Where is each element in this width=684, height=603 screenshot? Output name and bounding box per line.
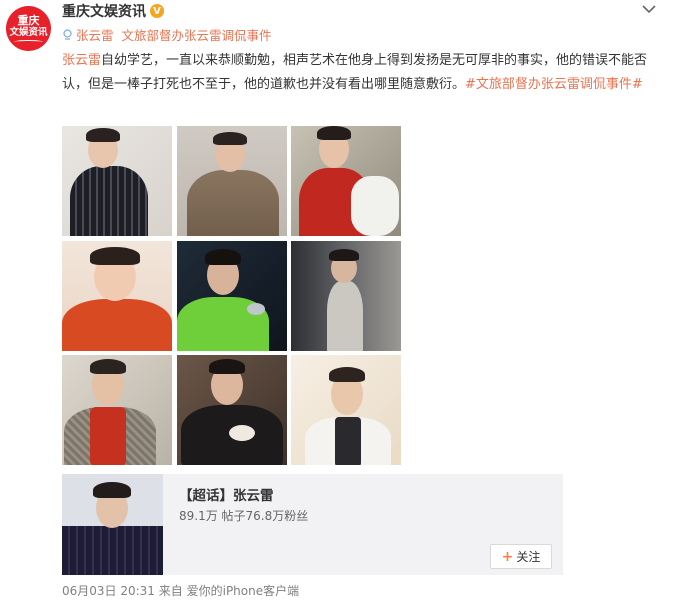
topic-card-image[interactable] [62,474,163,575]
photo-9[interactable] [291,355,401,465]
source-row: 张云雷 文旅部督办张云雷调侃事件 [62,25,272,43]
post-text: 张云雷自幼学艺，一直以来恭顺勤勉，相声艺术在他身上得到发扬是无可厚非的事实，他的… [62,49,662,97]
verified-icon: V [150,4,164,18]
topic-icon [63,28,72,40]
plus-icon: + [501,548,514,565]
avatar-swoosh [14,40,43,44]
author-row: 重庆文娱资讯 V [62,2,164,20]
hashtag-link[interactable]: #文旅部督办张云雷调侃事件# [465,77,643,92]
post-footer: 06月03日 20:31 来自 爱你的iPhone客户端 [62,582,299,599]
topic-card-stats: 89.1万 帖子76.8万粉丝 [179,509,309,523]
photo-3[interactable] [291,126,401,236]
author-name[interactable]: 重庆文娱资讯 [62,1,146,21]
photo-6[interactable] [291,241,401,351]
topic-card[interactable]: 【超话】张云雷 89.1万 帖子76.8万粉丝 + 关注 [62,474,563,575]
photo-4[interactable] [62,241,172,351]
photo-7[interactable] [62,355,172,465]
client-link[interactable]: 爱你的iPhone客户端 [187,582,300,599]
from-label: 来自 [158,584,183,598]
topic-card-title[interactable]: 【超话】张云雷 [179,484,274,504]
mention-link[interactable]: 张云雷 [62,53,101,68]
avatar-text-line1: 重庆 [17,14,40,27]
avatar-text-line2: 文娱资讯 [9,27,48,38]
photo-grid [62,126,402,466]
chevron-down-icon[interactable] [642,4,656,14]
photo-1[interactable] [62,126,172,236]
source-link-event[interactable]: 文旅部督办张云雷调侃事件 [122,25,272,44]
photo-2[interactable] [177,126,287,236]
follow-button[interactable]: + 关注 [490,544,552,569]
photo-5[interactable] [177,241,287,351]
source-link-zhangyunlei[interactable]: 张云雷 [76,25,114,44]
photo-8[interactable] [177,355,287,465]
post-timestamp[interactable]: 06月03日 20:31 [62,582,155,599]
follow-label: 关注 [516,550,541,564]
author-avatar[interactable]: 重庆 文娱资讯 [6,6,51,51]
